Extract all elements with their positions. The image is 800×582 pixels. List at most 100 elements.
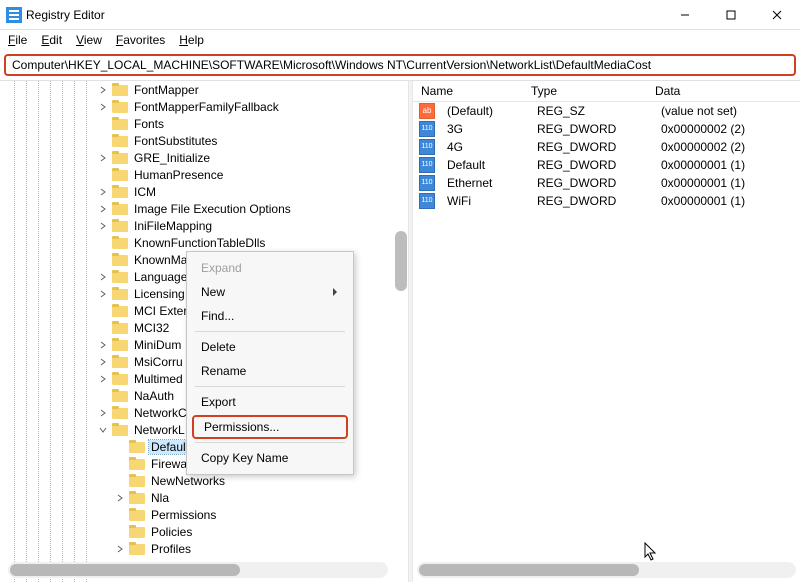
tree-item-label: ICM xyxy=(132,185,158,199)
menu-file[interactable]: File xyxy=(8,33,27,47)
tree-item[interactable]: FontSubstitutes xyxy=(0,132,408,149)
tree-item[interactable]: FontMapperFamilyFallback xyxy=(0,98,408,115)
ctx-expand[interactable]: Expand xyxy=(189,256,351,280)
value-name: 4G xyxy=(439,140,529,154)
reg-string-icon xyxy=(419,103,435,119)
window-title: Registry Editor xyxy=(26,8,105,22)
folder-icon xyxy=(112,389,128,403)
ctx-separator xyxy=(195,386,345,387)
chevron-right-icon[interactable] xyxy=(98,272,108,282)
close-button[interactable] xyxy=(754,0,800,30)
folder-icon xyxy=(112,168,128,182)
chevron-right-icon[interactable] xyxy=(98,357,108,367)
chevron-right-icon[interactable] xyxy=(98,425,108,435)
value-data: 0x00000002 (2) xyxy=(653,122,800,136)
tree-item[interactable]: FontMapper xyxy=(0,81,408,98)
minimize-button[interactable] xyxy=(662,0,708,30)
tree-item[interactable]: Fonts xyxy=(0,115,408,132)
value-list[interactable]: (Default)REG_SZ(value not set)3GREG_DWOR… xyxy=(413,102,800,562)
tree-item[interactable]: Image File Execution Options xyxy=(0,200,408,217)
value-data: 0x00000001 (1) xyxy=(653,158,800,172)
tree-item-label: MCI32 xyxy=(132,321,171,335)
chevron-right-icon[interactable] xyxy=(98,102,108,112)
chevron-right-icon[interactable] xyxy=(98,153,108,163)
tree-item[interactable]: ICM xyxy=(0,183,408,200)
chevron-right-icon[interactable] xyxy=(98,340,108,350)
reg-binary-icon xyxy=(419,193,435,209)
reg-binary-icon xyxy=(419,139,435,155)
value-row[interactable]: 4GREG_DWORD0x00000002 (2) xyxy=(413,138,800,156)
chevron-right-icon[interactable] xyxy=(98,374,108,384)
folder-icon xyxy=(112,185,128,199)
tree-item[interactable]: Profiles xyxy=(0,540,408,557)
col-name[interactable]: Name xyxy=(413,84,523,98)
address-bar[interactable]: Computer\HKEY_LOCAL_MACHINE\SOFTWARE\Mic… xyxy=(4,54,796,76)
ctx-export[interactable]: Export xyxy=(189,390,351,414)
tree-item[interactable]: Policies xyxy=(0,523,408,540)
menubar: File Edit View Favorites Help xyxy=(0,30,800,50)
tree-item-label: Language xyxy=(132,270,189,284)
value-type: REG_DWORD xyxy=(529,158,653,172)
ctx-delete[interactable]: Delete xyxy=(189,335,351,359)
folder-icon xyxy=(129,474,145,488)
ctx-permissions[interactable]: Permissions... xyxy=(192,415,348,439)
ctx-find[interactable]: Find... xyxy=(189,304,351,328)
value-row[interactable]: 3GREG_DWORD0x00000002 (2) xyxy=(413,120,800,138)
folder-icon xyxy=(112,338,128,352)
folder-icon xyxy=(112,270,128,284)
tree-item[interactable]: IniFileMapping xyxy=(0,217,408,234)
tree-item-label: NaAuth xyxy=(132,389,176,403)
value-name: Ethernet xyxy=(439,176,529,190)
menu-view[interactable]: View xyxy=(76,33,102,47)
value-type: REG_DWORD xyxy=(529,140,653,154)
list-horizontal-scrollbar-thumb[interactable] xyxy=(419,564,639,576)
tree-item[interactable]: KnownFunctionTableDlls xyxy=(0,234,408,251)
folder-icon xyxy=(112,83,128,97)
ctx-rename[interactable]: Rename xyxy=(189,359,351,383)
chevron-right-icon[interactable] xyxy=(115,493,125,503)
ctx-copy-key-name[interactable]: Copy Key Name xyxy=(189,446,351,470)
value-row[interactable]: EthernetREG_DWORD0x00000001 (1) xyxy=(413,174,800,192)
value-data: 0x00000002 (2) xyxy=(653,140,800,154)
ctx-separator xyxy=(195,331,345,332)
value-type: REG_DWORD xyxy=(529,194,653,208)
chevron-right-icon[interactable] xyxy=(98,85,108,95)
folder-icon xyxy=(129,525,145,539)
chevron-right-icon[interactable] xyxy=(98,204,108,214)
value-row[interactable]: (Default)REG_SZ(value not set) xyxy=(413,102,800,120)
tree-item[interactable]: GRE_Initialize xyxy=(0,149,408,166)
chevron-right-icon[interactable] xyxy=(98,408,108,418)
tree-item-label: Image File Execution Options xyxy=(132,202,293,216)
value-row[interactable]: WiFiREG_DWORD0x00000001 (1) xyxy=(413,192,800,210)
col-data[interactable]: Data xyxy=(647,84,800,98)
chevron-right-icon[interactable] xyxy=(98,221,108,231)
menu-help[interactable]: Help xyxy=(179,33,204,47)
maximize-button[interactable] xyxy=(708,0,754,30)
tree-item-label: Fonts xyxy=(132,117,166,131)
value-name: 3G xyxy=(439,122,529,136)
tree-vertical-scrollbar-thumb[interactable] xyxy=(395,231,407,291)
folder-icon xyxy=(112,372,128,386)
folder-icon xyxy=(112,321,128,335)
ctx-new[interactable]: New xyxy=(189,280,351,304)
menu-edit[interactable]: Edit xyxy=(41,33,62,47)
tree-item-label: HumanPresence xyxy=(132,168,225,182)
col-type[interactable]: Type xyxy=(523,84,647,98)
tree-item[interactable]: Nla xyxy=(0,489,408,506)
tree-item-label: Licensing xyxy=(132,287,187,301)
reg-binary-icon xyxy=(419,157,435,173)
tree-item[interactable]: HumanPresence xyxy=(0,166,408,183)
value-row[interactable]: DefaultREG_DWORD0x00000001 (1) xyxy=(413,156,800,174)
tree-item-label: KnownFunctionTableDlls xyxy=(132,236,267,250)
chevron-right-icon[interactable] xyxy=(115,544,125,554)
chevron-right-icon[interactable] xyxy=(98,289,108,299)
value-data: 0x00000001 (1) xyxy=(653,194,800,208)
chevron-right-icon[interactable] xyxy=(98,187,108,197)
folder-icon xyxy=(112,134,128,148)
menu-favorites[interactable]: Favorites xyxy=(116,33,165,47)
tree-horizontal-scrollbar-thumb[interactable] xyxy=(10,564,240,576)
folder-icon xyxy=(112,219,128,233)
folder-icon xyxy=(112,287,128,301)
tree-item-label: MCI Exter xyxy=(132,304,189,318)
tree-item[interactable]: Permissions xyxy=(0,506,408,523)
